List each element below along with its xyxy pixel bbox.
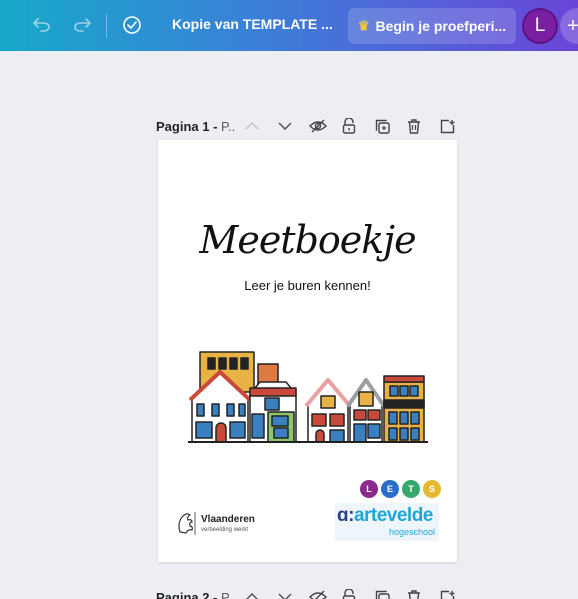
- page-2-delete-page-icon[interactable]: [404, 586, 424, 599]
- page-1-toolbar: Pagina 1 - P..: [156, 115, 235, 137]
- vlaanderen-tagline: verbeelding werkt: [201, 527, 249, 533]
- share-plus-button[interactable]: +: [560, 8, 578, 44]
- delete-page-icon[interactable]: [404, 115, 424, 137]
- page-2-chevron-down-icon[interactable]: [275, 586, 295, 599]
- vlaanderen-name: Vlaanderen: [201, 514, 255, 525]
- page-2-label[interactable]: Pagina 2 - P...: [156, 590, 239, 599]
- document-title[interactable]: Kopie van TEMPLATE ...: [172, 16, 333, 32]
- page-2-duplicate-page-icon[interactable]: [372, 586, 392, 599]
- redo-icon[interactable]: [70, 13, 94, 37]
- chevron-down-icon[interactable]: [275, 115, 295, 137]
- vlaanderen-lion-icon[interactable]: [176, 510, 198, 536]
- page-2-toolbar: Pagina 2 - P...: [156, 586, 239, 599]
- start-trial-button[interactable]: ♛ Begin je proefperi...: [348, 8, 516, 44]
- booklet-title[interactable]: Meetboekje: [158, 218, 457, 262]
- crown-icon: ♛: [357, 18, 370, 33]
- toolbar-divider: [106, 14, 107, 38]
- page-2-hide-page-icon[interactable]: [308, 586, 328, 599]
- page-2-chevron-up-icon[interactable]: [242, 586, 262, 599]
- artevelde-name: artevelde: [353, 505, 433, 526]
- booklet-subtitle[interactable]: Leer je buren kennen!: [158, 278, 457, 293]
- hide-page-icon[interactable]: [308, 115, 328, 137]
- start-trial-label: Begin je proefperi...: [375, 18, 507, 34]
- houses-illustration[interactable]: [188, 348, 428, 444]
- page-1-label[interactable]: Pagina 1 - P..: [156, 119, 235, 134]
- artevelde-mark: ɑ:: [337, 505, 354, 526]
- lock-icon[interactable]: [339, 115, 359, 137]
- page-2-add-page-icon[interactable]: [437, 586, 457, 599]
- editor-topbar: Kopie van TEMPLATE ... ♛ Begin je proefp…: [0, 0, 578, 51]
- artevelde-logo[interactable]: ɑ:artevelde hogeschool: [335, 503, 439, 541]
- avatar[interactable]: L: [522, 8, 558, 44]
- chevron-up-icon[interactable]: [242, 115, 262, 137]
- undo-icon[interactable]: [30, 13, 54, 37]
- lets-letter-l: L: [360, 480, 378, 498]
- lets-letter-t: T: [402, 480, 420, 498]
- page-1-canvas[interactable]: Meetboekje Leer je buren kennen! L E T S…: [158, 140, 457, 562]
- lets-letter-s: S: [423, 480, 441, 498]
- duplicate-page-icon[interactable]: [372, 115, 392, 137]
- lets-logo: L E T S: [360, 480, 441, 498]
- cloud-saved-icon[interactable]: [120, 13, 144, 37]
- page-2-lock-icon[interactable]: [339, 586, 359, 599]
- artevelde-subtitle: hogeschool: [388, 527, 435, 537]
- lets-letter-e: E: [381, 480, 399, 498]
- add-page-icon[interactable]: [437, 115, 457, 137]
